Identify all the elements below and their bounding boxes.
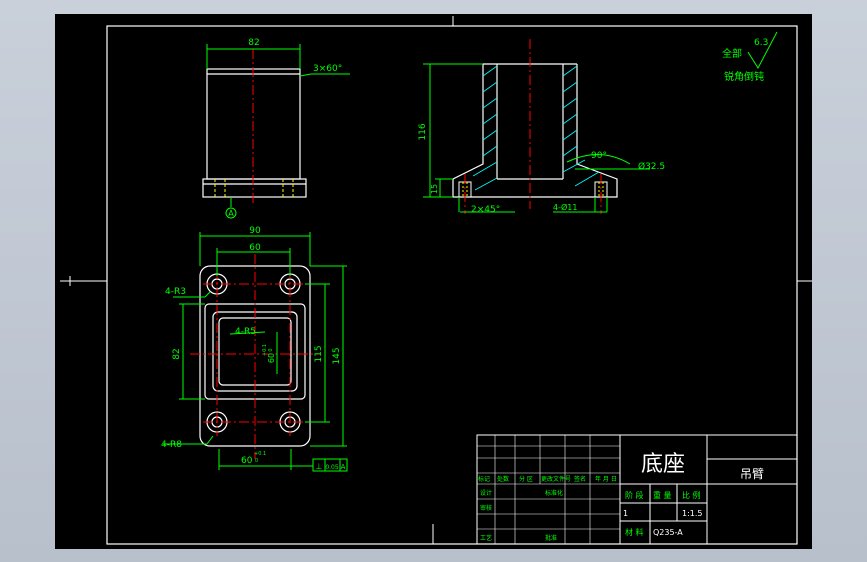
header-signature: 签名: [574, 475, 586, 483]
height-115-dim: 115: [314, 345, 324, 362]
chamfer-note: 3×60°: [313, 64, 342, 74]
chamfer-2x45-dim: 2×45°: [471, 205, 500, 215]
outer-width-90: 90: [249, 226, 261, 236]
inner-60-tol: 60: [267, 353, 276, 363]
stage-value: 1: [623, 509, 628, 518]
datum-label: A: [228, 209, 234, 218]
dia-32-dim: Ø32.5: [638, 161, 665, 172]
base-15-dim: 15: [430, 184, 439, 194]
inner-60-tol-lower: 0: [268, 348, 274, 351]
row-standardization: 标准化: [545, 489, 563, 497]
part-name: 底座: [641, 452, 685, 477]
row-design: 设计: [480, 489, 492, 497]
drawing-canvas[interactable]: 82 3×60° A 116 15 90° Ø32.5 2×45° 4-Ø11 …: [55, 14, 812, 549]
row-check: 审核: [480, 504, 492, 512]
height-145-dim: 145: [332, 347, 342, 364]
material-value: Q235-A: [653, 528, 683, 537]
cad-window: 82 3×60° A 116 15 90° Ø32.5 2×45° 4-Ø11 …: [0, 0, 867, 562]
holes-4-11-dim: 4-Ø11: [553, 202, 577, 212]
weight-label: 重 量: [653, 490, 672, 500]
row-process: 工艺: [480, 534, 492, 542]
left-82-dim: 82: [172, 348, 182, 359]
roughness-note: 全部 6.3 锐角倒钝: [722, 31, 778, 83]
header-change-doc: 更改文件号: [541, 475, 571, 483]
perpendicularity-datum: A: [341, 463, 346, 471]
roughness-scope: 全部: [722, 47, 742, 60]
top-view: 82 3×60° A: [202, 38, 350, 219]
row-approve: 批准: [545, 534, 557, 542]
top-width-dim: 82: [248, 38, 259, 48]
perpendicularity-symbol: ⊥: [316, 462, 323, 471]
front-section-view: 116 15 90° Ø32.5 2×45° 4-Ø11: [418, 39, 665, 215]
title-block: 标记 处数 分 区 更改文件号 签名 年 月 日 设计 标准化 审核 工艺 批准…: [476, 434, 798, 545]
roughness-value: 6.3: [754, 38, 768, 48]
material-label: 材 料: [625, 527, 644, 537]
header-mark: 标记: [478, 475, 490, 483]
hole-spacing-60: 60: [249, 243, 261, 253]
header-date: 年 月 日: [595, 475, 617, 483]
stage-label: 阶 段: [625, 490, 644, 500]
bottom-60-tol-lower: 0: [255, 458, 258, 464]
scale-label: 比 例: [682, 490, 701, 500]
corner-r3-label: 4-R3: [165, 287, 186, 297]
header-zone: 分 区: [519, 475, 533, 483]
height-116-dim: 116: [418, 123, 428, 140]
inner-r5-label: 4-R5: [235, 327, 256, 337]
scale-value: 1:1.5: [682, 509, 703, 518]
header-count: 处数: [497, 475, 509, 483]
plan-view: 90 60 4-R3 4-R5 4-R8 82 115 145 60 +0.1 …: [161, 226, 348, 472]
perpendicularity-value: 0.05: [325, 464, 339, 471]
corner-r8-label: 4-R8: [161, 440, 182, 450]
roughness-remark: 锐角倒钝: [724, 70, 764, 83]
drawing-svg: 82 3×60° A 116 15 90° Ø32.5 2×45° 4-Ø11 …: [60, 16, 812, 545]
angle-90-dim: 90°: [591, 151, 607, 161]
sheet-frame: [60, 16, 812, 545]
assembly-name: 吊臂: [740, 467, 764, 481]
bottom-60-tol: 60: [241, 456, 253, 466]
bottom-60-tol-upper: +0.1: [254, 451, 266, 457]
